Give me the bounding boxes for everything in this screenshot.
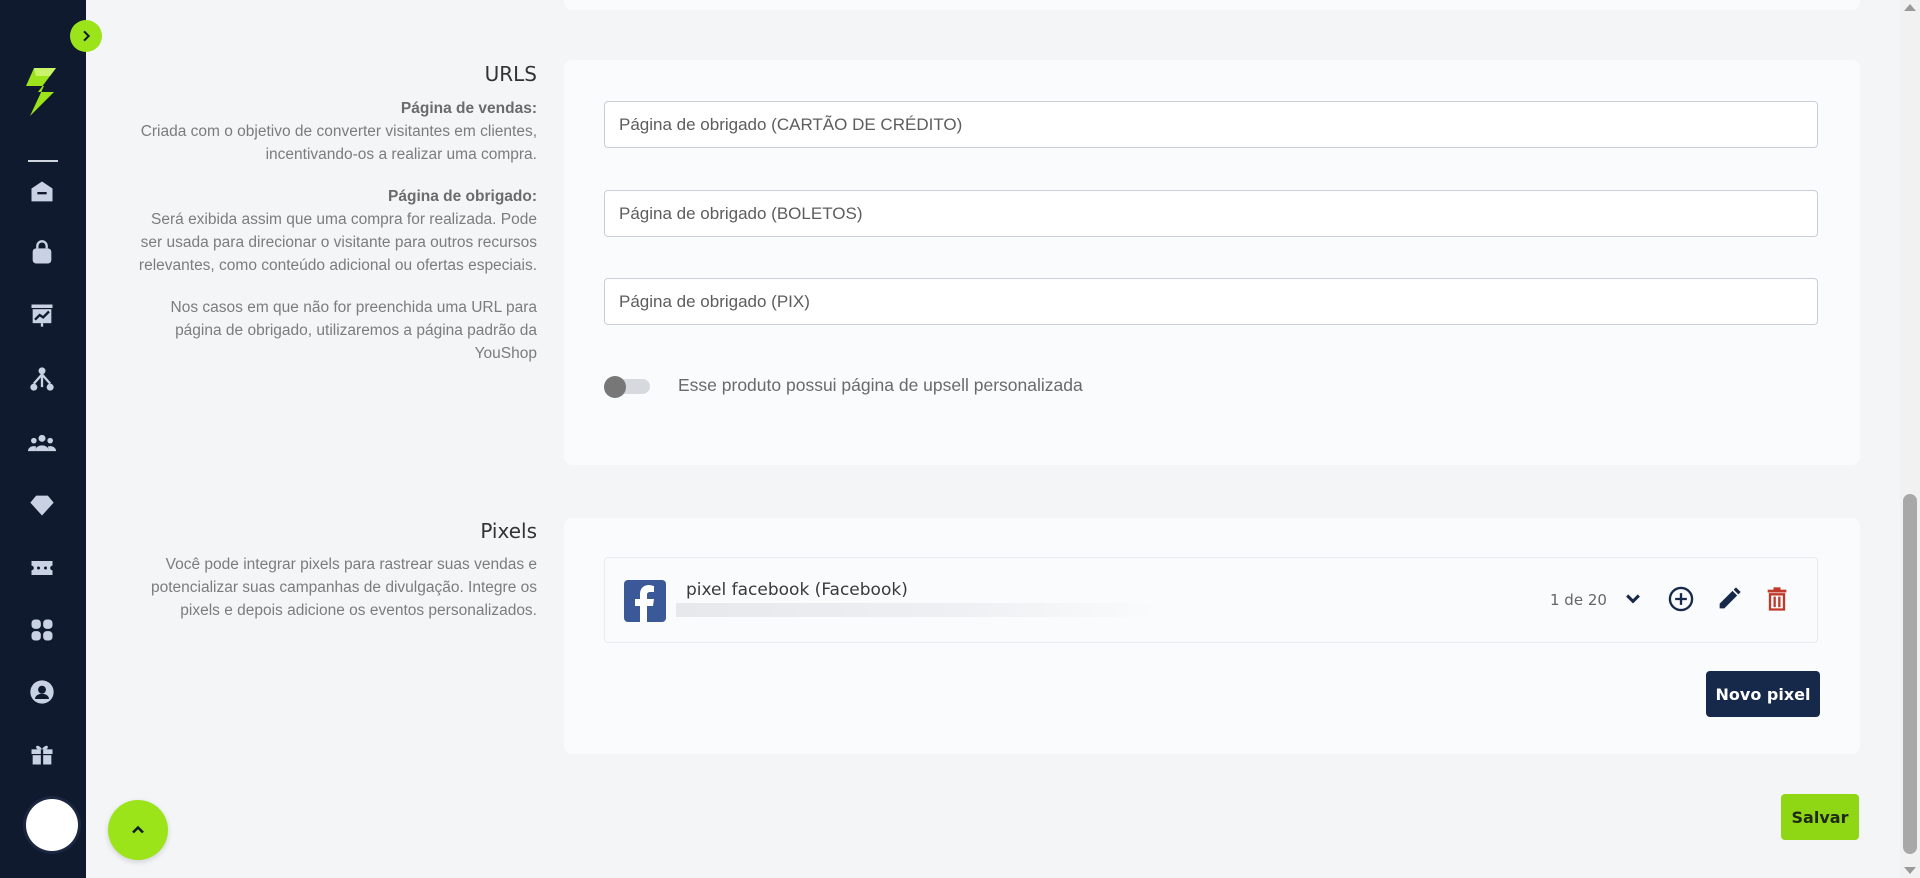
ticket-icon — [31, 561, 53, 575]
apps-grid-icon — [31, 619, 53, 641]
pixel-name: pixel facebook (Facebook) — [686, 580, 908, 600]
scroll-up-arrow-icon[interactable] — [1904, 4, 1916, 11]
pencil-icon — [1719, 587, 1741, 609]
urls-description: Página de vendas: Criada com o objetivo d… — [126, 97, 537, 384]
thanks-url-pix-input[interactable] — [604, 278, 1818, 325]
affiliate-network-icon — [30, 367, 54, 391]
shopping-bag-icon — [32, 240, 52, 264]
add-event-button[interactable] — [1664, 582, 1698, 616]
sidebar-item-profile[interactable] — [25, 675, 59, 709]
sidebar-item-affiliates[interactable] — [25, 362, 59, 396]
youshop-logo-icon[interactable] — [22, 66, 64, 118]
gift-icon — [31, 745, 53, 765]
scroll-down-arrow-icon[interactable] — [1904, 867, 1916, 874]
sidebar-item-home[interactable] — [25, 175, 59, 209]
pixels-title: Pixels — [480, 519, 537, 543]
sales-page-text: Criada com o objetivo de converter visit… — [140, 123, 537, 163]
save-button[interactable]: Salvar — [1781, 794, 1859, 840]
edit-pixel-button[interactable] — [1712, 582, 1746, 616]
sidebar-toggle-button[interactable] — [70, 20, 102, 52]
sidebar — [0, 0, 86, 878]
scrollbar-thumb[interactable] — [1903, 494, 1917, 854]
default-page-text: Nos casos em que não for preenchida uma … — [170, 299, 537, 362]
chevron-right-icon — [83, 30, 91, 42]
chevron-down-icon — [1626, 594, 1640, 604]
facebook-icon — [624, 580, 666, 622]
toggle-knob — [604, 376, 626, 398]
upsell-toggle-label: Esse produto possui página de upsell per… — [678, 375, 1083, 395]
home-icon — [31, 181, 53, 202]
thanks-page-text: Será exibida assim que uma compra for re… — [138, 211, 537, 274]
new-pixel-button[interactable]: Novo pixel — [1706, 671, 1820, 717]
dashboard-chart-icon — [31, 304, 53, 327]
user-circle-icon — [30, 680, 54, 704]
urls-title: URLS — [484, 62, 537, 86]
sidebar-item-coupons[interactable] — [25, 551, 59, 585]
avatar[interactable] — [26, 799, 78, 851]
page-scrollbar[interactable] — [1900, 0, 1920, 878]
sidebar-separator — [28, 160, 58, 162]
sidebar-item-products[interactable] — [25, 236, 59, 270]
sidebar-item-apps[interactable] — [25, 613, 59, 647]
pixels-description: Você pode integrar pixels para rastrear … — [150, 556, 537, 619]
plus-circle-icon — [1668, 586, 1694, 612]
sidebar-item-customers[interactable] — [25, 426, 59, 460]
upsell-toggle[interactable] — [604, 376, 650, 398]
sidebar-item-premium[interactable] — [25, 488, 59, 522]
thanks-url-boletos-input[interactable] — [604, 190, 1818, 237]
expand-pixel-button[interactable] — [1616, 582, 1650, 616]
trash-icon — [1767, 587, 1787, 611]
diamond-icon — [30, 495, 54, 516]
sidebar-item-dashboard[interactable] — [25, 298, 59, 332]
pixel-event-count: 1 de 20 — [1550, 591, 1607, 609]
delete-pixel-button[interactable] — [1760, 582, 1794, 616]
users-group-icon — [28, 434, 56, 452]
chevron-up-icon — [132, 825, 144, 834]
thanks-url-credit-card-input[interactable] — [604, 101, 1818, 148]
pixel-id-placeholder — [676, 603, 1156, 617]
sidebar-item-gifts[interactable] — [25, 737, 59, 771]
scroll-to-top-button[interactable] — [108, 800, 168, 860]
thanks-page-heading: Página de obrigado: — [388, 188, 537, 205]
pixel-list-item: pixel facebook (Facebook) 1 de 20 — [604, 557, 1818, 643]
previous-section-card — [564, 0, 1860, 10]
sales-page-heading: Página de vendas: — [400, 100, 537, 117]
